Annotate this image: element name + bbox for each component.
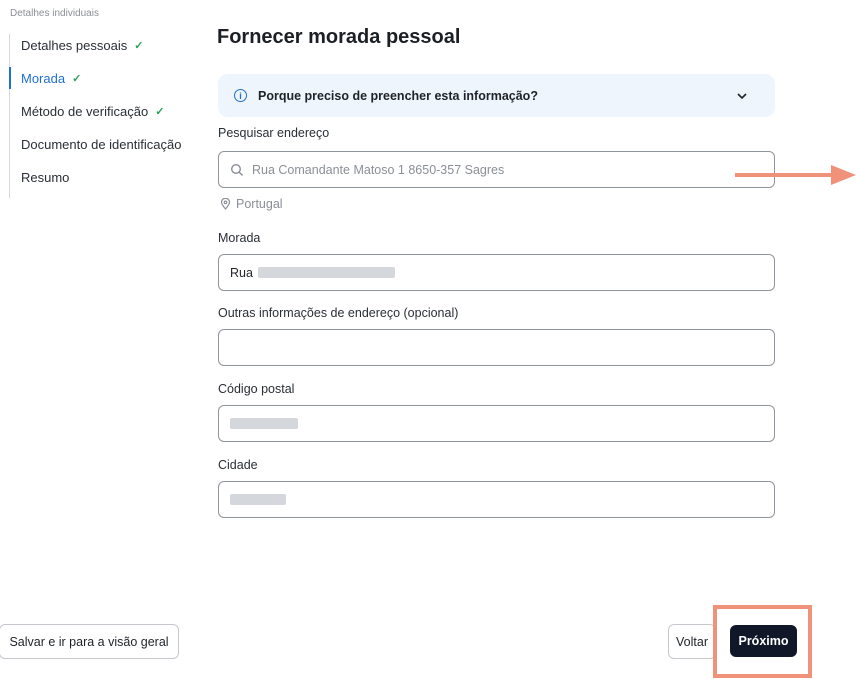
sidebar-item-label: Método de verificação (21, 103, 149, 119)
redacted-text (257, 267, 395, 278)
back-button[interactable]: Voltar (668, 624, 716, 659)
info-icon: i (234, 89, 247, 102)
info-banner-text: Porque preciso de preencher esta informa… (258, 88, 538, 103)
search-address-input[interactable]: Rua Comandante Matoso 1 8650-357 Sagres (218, 151, 775, 188)
redacted-text (230, 494, 286, 505)
address-extra-input[interactable] (218, 329, 775, 366)
sidebar-item-label: Documento de identificação (21, 136, 182, 152)
sidebar-nav: Detalhes pessoais ✓ Morada ✓ Método de v… (9, 34, 200, 198)
address-value: Rua (230, 265, 253, 280)
search-icon (230, 163, 243, 176)
city-input[interactable] (218, 481, 775, 518)
save-and-overview-button[interactable]: Salvar e ir para a visão geral (0, 624, 179, 659)
postal-code-input[interactable] (218, 405, 775, 442)
location-pin-icon (220, 198, 231, 210)
sidebar-item-summary[interactable]: Resumo (10, 166, 200, 188)
check-icon: ✓ (134, 39, 144, 52)
page-title: Fornecer morada pessoal (217, 26, 461, 48)
sidebar-item-address[interactable]: Morada ✓ (10, 67, 200, 89)
address-label: Morada (218, 231, 261, 245)
address-extra-label: Outras informações de endereço (opcional… (218, 306, 459, 320)
search-placeholder: Rua Comandante Matoso 1 8650-357 Sagres (252, 162, 505, 177)
address-input[interactable]: Rua (218, 254, 775, 291)
sidebar-section-title: Detalhes individuais (10, 8, 99, 19)
check-icon: ✓ (72, 72, 82, 85)
sidebar-item-label: Morada (21, 70, 66, 86)
annotation-arrow-icon (735, 165, 856, 185)
sidebar-item-label: Resumo (21, 169, 70, 185)
redacted-text (230, 418, 298, 429)
sidebar-item-label: Detalhes pessoais (21, 37, 128, 53)
chevron-down-icon (737, 92, 747, 99)
next-button[interactable]: Próximo (730, 625, 797, 657)
postal-code-label: Código postal (218, 382, 295, 396)
city-label: Cidade (218, 458, 258, 472)
sidebar-item-id-document[interactable]: Documento de identificação (10, 133, 200, 155)
sidebar-item-personal-details[interactable]: Detalhes pessoais ✓ (10, 34, 200, 56)
info-banner-toggle[interactable]: i Porque preciso de preencher esta infor… (218, 74, 775, 117)
country-name: Portugal (236, 197, 283, 211)
check-icon: ✓ (155, 105, 165, 118)
search-address-label: Pesquisar endereço (218, 126, 330, 140)
sidebar-item-verification-method[interactable]: Método de verificação ✓ (10, 100, 200, 122)
country-indicator: Portugal (220, 197, 283, 211)
